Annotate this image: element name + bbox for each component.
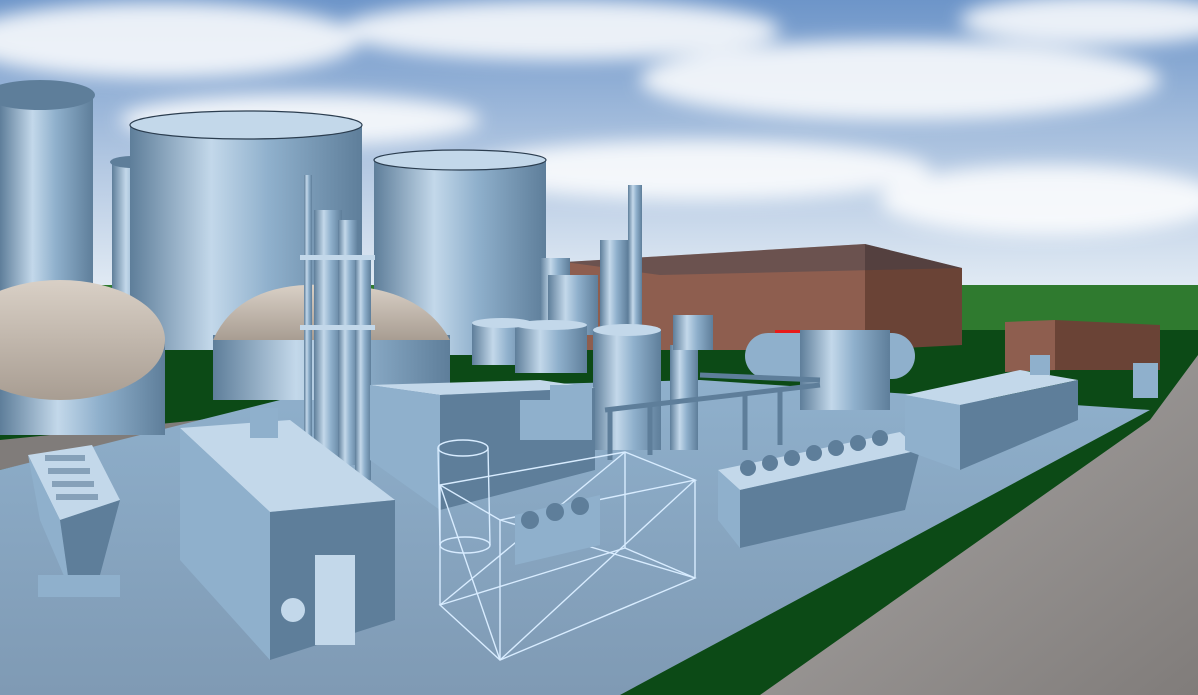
digester-dome[interactable] — [0, 280, 165, 435]
storage-tank[interactable] — [0, 80, 95, 295]
plant-scene[interactable] — [0, 0, 1198, 695]
3d-viewport[interactable] — [0, 0, 1198, 695]
